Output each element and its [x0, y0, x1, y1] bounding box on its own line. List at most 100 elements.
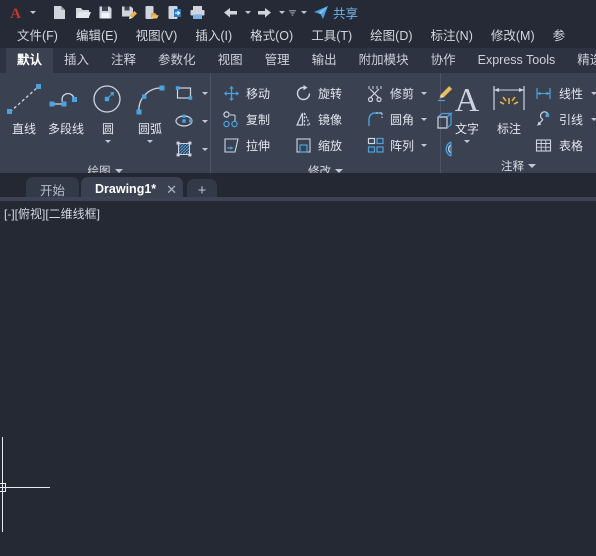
- svg-text:A: A: [10, 6, 21, 21]
- tab-home[interactable]: 默认: [6, 48, 54, 73]
- rotate-icon: [291, 81, 315, 105]
- mirror-icon: [291, 107, 315, 131]
- ribbon-tab-bar: 默认 插入 注释 参数化 视图 管理 输出 附加模块 协作 Express To…: [0, 48, 596, 73]
- share-button[interactable]: 共享: [313, 3, 358, 22]
- redo-caret-icon[interactable]: [276, 1, 287, 24]
- modify-trim-caret-icon[interactable]: [417, 81, 430, 105]
- draw-hatch-caret-icon[interactable]: [199, 138, 210, 161]
- doc-tab-drawing1-label: Drawing1*: [95, 182, 157, 196]
- modify-move-button[interactable]: 移动: [219, 80, 291, 106]
- annotate-table-label: 表格: [559, 138, 584, 153]
- undo-arrow-icon[interactable]: [219, 1, 242, 24]
- modify-array-label: 阵列: [390, 138, 415, 153]
- save-icon[interactable]: [94, 1, 117, 24]
- menu-item-modify[interactable]: 修改(M): [482, 25, 544, 48]
- draw-hatch-button[interactable]: [171, 136, 197, 162]
- app-menu-button[interactable]: A: [4, 1, 27, 24]
- drawing-canvas[interactable]: [-][俯视][二维线框]: [0, 201, 596, 556]
- new-file-icon[interactable]: [48, 1, 71, 24]
- doc-tab-close-icon[interactable]: ✕: [166, 183, 177, 196]
- draw-ellipse-button[interactable]: [171, 108, 197, 134]
- tab-manage[interactable]: 管理: [254, 48, 301, 73]
- modify-stretch-label: 拉伸: [246, 138, 271, 153]
- modify-rotate-button[interactable]: 旋转: [291, 80, 363, 106]
- draw-line-button[interactable]: 直线: [3, 77, 45, 137]
- annotate-leader-button[interactable]: 引线: [531, 106, 596, 132]
- menu-item-view[interactable]: 视图(V): [127, 25, 187, 48]
- tab-featured-apps[interactable]: 精选应用: [566, 48, 596, 73]
- draw-arc-caret-icon[interactable]: [147, 137, 153, 146]
- viewport-label[interactable]: [-][俯视][二维线框]: [4, 205, 100, 222]
- modify-scale-button[interactable]: 缩放: [291, 132, 363, 158]
- menu-item-parametric[interactable]: 参: [544, 25, 575, 48]
- menu-item-format[interactable]: 格式(O): [241, 25, 302, 48]
- modify-mirror-button[interactable]: 镜像: [291, 106, 363, 132]
- draw-circle-caret-icon[interactable]: [105, 137, 111, 146]
- open-folder-icon[interactable]: [71, 1, 94, 24]
- tab-collaborate[interactable]: 协作: [420, 48, 467, 73]
- menu-item-file[interactable]: 文件(F): [8, 25, 67, 48]
- panel-annotation-title[interactable]: 注释: [441, 158, 596, 174]
- linear-dim-icon: [531, 81, 555, 105]
- draw-arc-button[interactable]: 圆弧: [129, 77, 171, 146]
- tab-addins[interactable]: 附加模块: [348, 48, 420, 73]
- tab-output[interactable]: 输出: [301, 48, 348, 73]
- annotate-dimension-button[interactable]: 标注: [487, 77, 531, 137]
- menu-bar: 文件(F) 编辑(E) 视图(V) 插入(I) 格式(O) 工具(T) 绘图(D…: [0, 25, 596, 48]
- save-as-icon[interactable]: [117, 1, 140, 24]
- plot-preview-icon[interactable]: [140, 1, 163, 24]
- menu-item-insert[interactable]: 插入(I): [186, 25, 241, 48]
- modify-trim-button[interactable]: 修剪: [363, 80, 430, 106]
- modify-scale-label: 缩放: [318, 138, 343, 153]
- annotate-small-rows: 线性 引线 表格: [531, 77, 596, 158]
- modify-fillet-button[interactable]: 圆角: [363, 106, 430, 132]
- tab-insert[interactable]: 插入: [53, 48, 100, 73]
- tab-view[interactable]: 视图: [207, 48, 254, 73]
- panel-annotation-expand-icon[interactable]: [528, 164, 536, 168]
- menu-item-tools[interactable]: 工具(T): [302, 25, 361, 48]
- undo-caret-icon[interactable]: [242, 1, 253, 24]
- annotate-table-button[interactable]: 表格: [531, 132, 596, 158]
- modify-mirror-label: 镜像: [318, 112, 343, 127]
- menu-item-edit[interactable]: 编辑(E): [67, 25, 127, 48]
- annotate-text-button[interactable]: A 文字: [447, 77, 487, 146]
- draw-ellipse-caret-icon[interactable]: [199, 110, 210, 133]
- copy-icon: [219, 107, 243, 131]
- draw-rectangle-button[interactable]: [171, 80, 197, 106]
- export-icon[interactable]: [163, 1, 186, 24]
- printer-icon[interactable]: [186, 1, 209, 24]
- qat-overflow-caret-icon[interactable]: [287, 1, 298, 24]
- hatch-icon: [176, 141, 192, 157]
- annotate-leader-caret-icon[interactable]: [587, 107, 596, 131]
- modify-copy-button[interactable]: 复制: [219, 106, 291, 132]
- text-a-icon: A: [447, 79, 487, 119]
- annotate-linear-caret-icon[interactable]: [587, 81, 596, 105]
- ribbon-panels: 直线 多段线 圆 圆弧 绘图 移动 旋转 修剪 复制 镜像 圆角 拉伸 缩放 阵…: [0, 73, 596, 178]
- crosshair-horizontal: [0, 487, 50, 488]
- draw-arc-label: 圆弧: [137, 122, 162, 136]
- annotate-text-caret-icon[interactable]: [464, 137, 470, 146]
- draw-circle-button[interactable]: 圆: [87, 77, 129, 146]
- modify-rotate-label: 旋转: [318, 86, 343, 101]
- tab-express-tools[interactable]: Express Tools: [467, 48, 567, 73]
- modify-stretch-button[interactable]: 拉伸: [219, 132, 291, 158]
- draw-polyline-button[interactable]: 多段线: [45, 77, 87, 137]
- modify-array-button[interactable]: 阵列: [363, 132, 430, 158]
- annotate-linear-button[interactable]: 线性: [531, 80, 596, 106]
- dimension-icon: [487, 79, 531, 119]
- menu-item-dimension[interactable]: 标注(N): [422, 25, 482, 48]
- redo-arrow-icon[interactable]: [253, 1, 276, 24]
- tab-annotate[interactable]: 注释: [100, 48, 147, 73]
- draw-rectangle-caret-icon[interactable]: [199, 82, 210, 105]
- tab-parametric[interactable]: 参数化: [147, 48, 207, 73]
- modify-copy-label: 复制: [246, 112, 271, 127]
- modify-array-caret-icon[interactable]: [417, 133, 430, 157]
- qat-more-caret-icon[interactable]: [298, 1, 309, 24]
- document-tab-bar: 开始 Drawing1* ✕ +: [0, 173, 596, 201]
- modify-fillet-caret-icon[interactable]: [417, 107, 430, 131]
- annotate-linear-label: 线性: [559, 86, 584, 101]
- menu-item-draw[interactable]: 绘图(D): [361, 25, 421, 48]
- panel-draw: 直线 多段线 圆 圆弧 绘图: [0, 73, 211, 178]
- panel-modify: 移动 旋转 修剪 复制 镜像 圆角 拉伸 缩放 阵列 修改: [211, 73, 453, 178]
- app-menu-caret-icon[interactable]: [27, 1, 38, 24]
